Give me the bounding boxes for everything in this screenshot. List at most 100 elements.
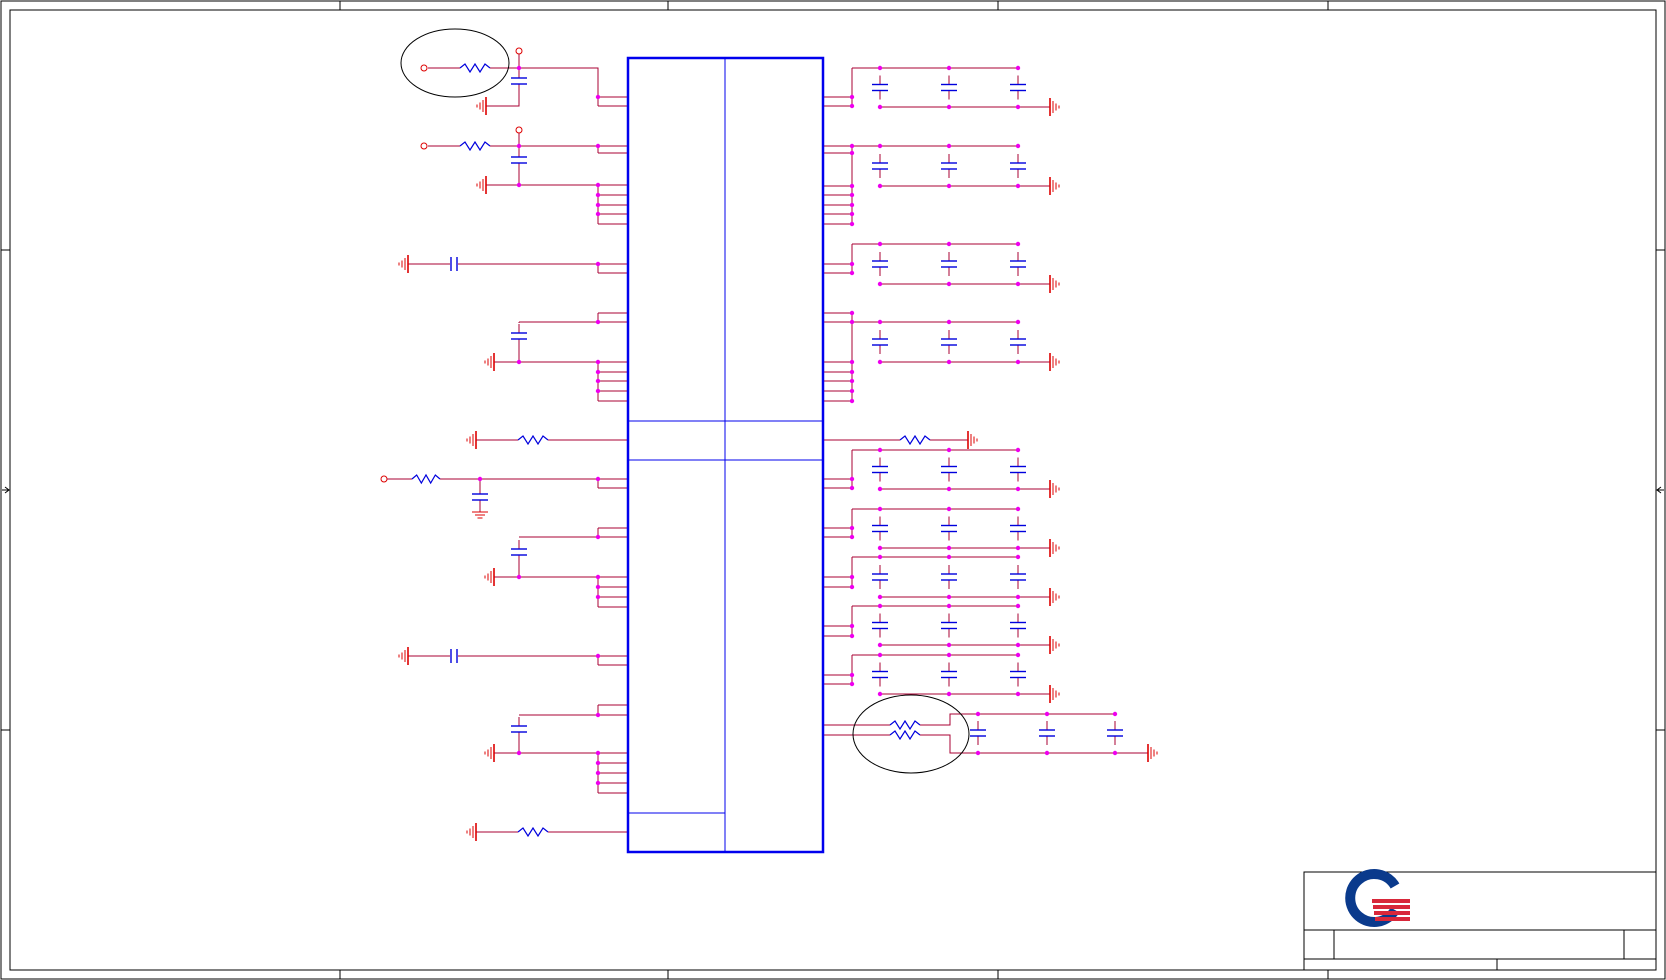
junction-dot — [877, 603, 883, 609]
junction-dot — [516, 574, 522, 580]
ground-symbol — [398, 255, 409, 273]
junction-dot — [849, 183, 855, 189]
terminal-pin — [420, 142, 428, 150]
junction-dot — [516, 750, 522, 756]
junction-dot — [849, 681, 855, 687]
junction-dot — [946, 506, 952, 512]
junction-dot — [516, 182, 522, 188]
junction-dot — [849, 485, 855, 491]
junction-dot — [849, 633, 855, 639]
junction-dot — [946, 652, 952, 658]
capacitor — [511, 540, 527, 564]
center-arrow-left — [2, 486, 10, 494]
junction-dot — [849, 378, 855, 384]
junction-dot — [1015, 691, 1021, 697]
junction-dot — [849, 94, 855, 100]
ground-symbol — [1049, 275, 1060, 293]
resistor — [459, 140, 491, 152]
junction-dot — [516, 65, 522, 71]
junction-dot — [877, 554, 883, 560]
wire — [494, 741, 520, 754]
junction-dot — [975, 711, 981, 717]
junction-dot — [849, 310, 855, 316]
junction-dot — [595, 378, 601, 384]
junction-dot — [877, 359, 883, 365]
junction-dot — [1015, 241, 1021, 247]
junction-dot — [1015, 545, 1021, 551]
junction-dot — [595, 594, 601, 600]
ground-symbol — [484, 353, 495, 371]
capacitor — [872, 613, 888, 638]
junction-dot — [595, 760, 601, 766]
junction-dot — [849, 221, 855, 227]
junction-dot — [595, 202, 601, 208]
junction-dot — [849, 270, 855, 276]
ground-symbol — [967, 431, 978, 449]
junction-dot — [877, 65, 883, 71]
capacitor — [872, 565, 888, 589]
ground-symbol — [466, 431, 477, 449]
junction-dot — [849, 672, 855, 678]
capacitor — [1010, 613, 1026, 638]
wire — [490, 67, 599, 97]
capacitor — [511, 148, 527, 172]
capacitor — [511, 69, 527, 93]
junction-dot — [1015, 65, 1021, 71]
junction-dot — [946, 447, 952, 453]
junction-dot — [595, 750, 601, 756]
junction-dot — [595, 319, 601, 325]
capacitor — [941, 252, 957, 276]
resistor — [889, 719, 921, 731]
terminal-pin — [515, 47, 523, 55]
junction-dot — [946, 594, 952, 600]
junction-dot — [877, 545, 883, 551]
capacitor — [941, 662, 957, 687]
ground-symbol — [476, 176, 487, 194]
capacitor — [872, 252, 888, 276]
capacitor — [1010, 154, 1026, 178]
junction-dot — [595, 584, 601, 590]
wires-layer — [387, 54, 1148, 833]
resistor — [411, 473, 441, 485]
capacitor — [1010, 662, 1026, 687]
junction-dot — [1015, 359, 1021, 365]
capacitor — [1039, 721, 1055, 745]
junction-dot — [877, 319, 883, 325]
capacitor — [941, 75, 957, 100]
title-block — [1303, 869, 1657, 971]
junction-dot — [595, 712, 601, 718]
capacitor — [941, 565, 957, 589]
junction-dot — [595, 143, 601, 149]
junction-dot — [595, 574, 601, 580]
junction-dot — [849, 192, 855, 198]
junction-dot — [1015, 183, 1021, 189]
ic-symbol — [626, 56, 825, 854]
capacitor — [450, 649, 458, 663]
capacitor — [941, 457, 957, 482]
junction-dot — [849, 534, 855, 540]
junction-dot — [849, 388, 855, 394]
wire — [486, 93, 520, 107]
junction-dot — [946, 691, 952, 697]
junction-dot — [849, 369, 855, 375]
junction-dot — [849, 525, 855, 531]
junction-dot — [516, 143, 522, 149]
capacitor — [511, 324, 527, 348]
schematic-canvas — [0, 0, 1666, 980]
ground-symbol — [1049, 685, 1060, 703]
ground-symbol — [484, 568, 495, 586]
capacitor — [1010, 565, 1026, 589]
capacitor — [941, 613, 957, 638]
junction-dot — [877, 143, 883, 149]
junction-dot — [595, 388, 601, 394]
capacitor — [472, 485, 488, 509]
junction-dot — [877, 104, 883, 110]
ground-symbol — [1049, 588, 1060, 606]
junction-dot — [1015, 603, 1021, 609]
ground-symbol — [484, 744, 495, 762]
capacitor — [872, 75, 888, 100]
resistor — [459, 62, 491, 74]
junction-dot — [946, 281, 952, 287]
capacitor — [1010, 457, 1026, 482]
junction-dot — [946, 554, 952, 560]
